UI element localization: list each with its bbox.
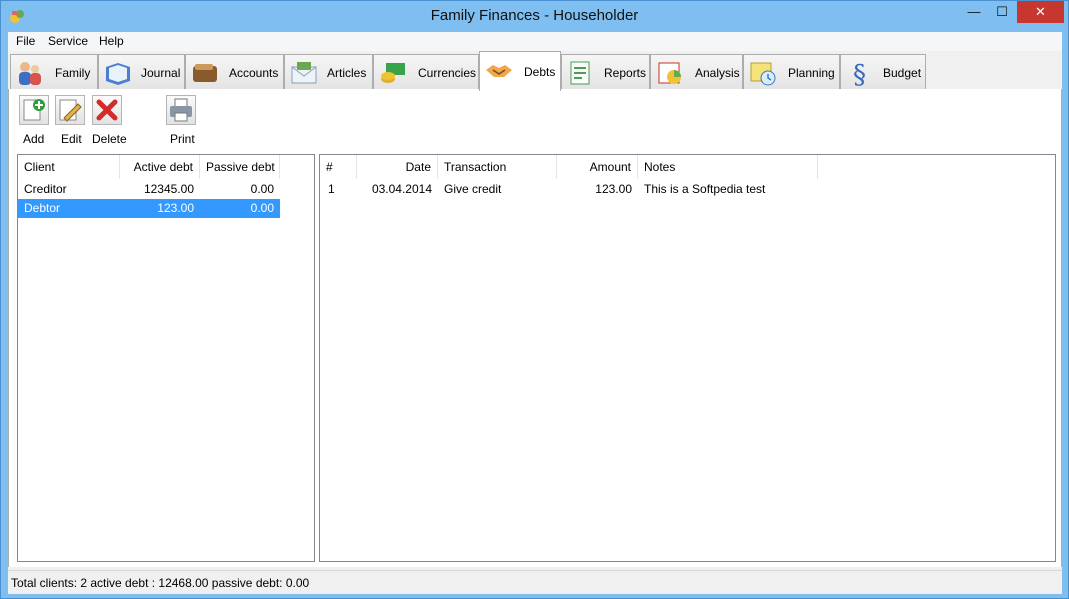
- clients-col-active-debt[interactable]: Active debt: [120, 155, 200, 179]
- tab-analysis[interactable]: Analysis: [650, 54, 743, 90]
- transactions-grid[interactable]: # Date Transaction Amount Notes 1 03.04.…: [319, 154, 1056, 562]
- tab-articles[interactable]: Articles: [284, 54, 373, 90]
- handshake-icon: [486, 65, 512, 77]
- transaction-row[interactable]: 1 03.04.2014 Give credit 123.00 This is …: [320, 180, 1055, 199]
- title-bar[interactable]: Family Finances - Householder — ☐ ✕: [1, 1, 1068, 32]
- tab-reports-label: Reports: [604, 66, 647, 80]
- clients-col-client[interactable]: Client: [18, 155, 120, 179]
- transaction-type-cell: Give credit: [444, 182, 502, 196]
- delete-label[interactable]: Delete: [92, 132, 127, 146]
- printer-icon: [170, 98, 192, 122]
- tab-currencies[interactable]: Currencies: [373, 54, 479, 90]
- edit-button[interactable]: [55, 95, 85, 125]
- window-title: Family Finances - Householder: [430, 7, 639, 24]
- tab-strip: Family Journal Accounts Articles Currenc…: [8, 51, 1062, 91]
- transaction-number-cell: 1: [328, 182, 335, 196]
- add-button[interactable]: [19, 95, 49, 125]
- status-summary: Total clients: 2 active debt : 12468.00 …: [11, 576, 310, 590]
- transaction-amount-cell: 123.00: [595, 182, 632, 196]
- client-name-cell: Debtor: [24, 201, 61, 215]
- transactions-col-notes[interactable]: Notes: [638, 155, 818, 179]
- tab-family-label: Family: [55, 66, 91, 80]
- tab-journal[interactable]: Journal: [98, 54, 185, 90]
- family-icon: [19, 62, 41, 85]
- passive-debt-cell: 0.00: [250, 201, 274, 215]
- print-label[interactable]: Print: [170, 132, 195, 146]
- tab-currencies-label: Currencies: [418, 66, 477, 80]
- tab-reports[interactable]: Reports: [561, 54, 650, 90]
- clients-grid-header: Client Active debt Passive debt: [18, 155, 314, 179]
- tab-accounts[interactable]: Accounts: [185, 54, 284, 90]
- clients-grid[interactable]: Client Active debt Passive debt Creditor…: [17, 154, 315, 562]
- currency-icon: [381, 63, 405, 83]
- client-row-creditor[interactable]: Creditor 12345.00 0.00: [18, 180, 280, 199]
- pencil-icon: [59, 99, 82, 122]
- tab-family[interactable]: Family: [10, 54, 98, 90]
- delete-x-icon: [96, 99, 118, 121]
- svg-text:§: §: [853, 60, 866, 87]
- menu-service[interactable]: Service: [48, 34, 88, 48]
- transactions-col-transaction[interactable]: Transaction: [438, 155, 557, 179]
- passive-debt-cell: 0.00: [250, 182, 274, 196]
- transaction-notes-cell: This is a Softpedia test: [644, 182, 766, 196]
- tab-planning[interactable]: Planning: [743, 54, 840, 90]
- close-button[interactable]: ✕: [1017, 1, 1064, 23]
- tab-debts-label: Debts: [524, 65, 556, 79]
- tab-planning-label: Planning: [788, 66, 835, 80]
- wallet-icon: [193, 64, 217, 82]
- clients-col-passive-debt[interactable]: Passive debt: [200, 155, 280, 179]
- menu-file[interactable]: File: [16, 34, 35, 48]
- money-envelope-icon: [291, 62, 317, 84]
- debts-panel: Add Edit Delete Print Client Active debt…: [8, 89, 1062, 567]
- transactions-grid-header: # Date Transaction Amount Notes: [320, 155, 1055, 179]
- delete-button[interactable]: [92, 95, 122, 125]
- transactions-col-amount[interactable]: Amount: [557, 155, 638, 179]
- tab-budget[interactable]: § Budget: [840, 54, 926, 90]
- edit-label[interactable]: Edit: [61, 132, 82, 146]
- tab-journal-label: Journal: [141, 66, 181, 80]
- calendar-clock-icon: [750, 62, 776, 86]
- menu-help[interactable]: Help: [99, 34, 124, 48]
- minimize-button[interactable]: —: [961, 1, 987, 23]
- report-icon: [570, 61, 590, 85]
- transaction-date-cell: 03.04.2014: [371, 182, 432, 196]
- tab-budget-label: Budget: [883, 66, 922, 80]
- transactions-col-number[interactable]: #: [320, 155, 357, 179]
- tab-debts[interactable]: Debts: [479, 51, 561, 91]
- active-debt-cell: 123.00: [157, 201, 194, 215]
- analysis-chart-icon: [658, 62, 681, 84]
- active-debt-cell: 12345.00: [143, 182, 194, 196]
- add-label[interactable]: Add: [23, 132, 44, 146]
- status-bar: Total clients: 2 active debt : 12468.00 …: [8, 570, 1062, 594]
- tab-analysis-label: Analysis: [695, 66, 740, 80]
- tab-articles-label: Articles: [327, 66, 367, 80]
- client-area: File Service Help Family Journal Account…: [8, 32, 1062, 594]
- print-button[interactable]: [166, 95, 196, 125]
- app-window: Family Finances - Householder — ☐ ✕ File…: [0, 0, 1069, 599]
- menu-bar: File Service Help: [8, 32, 1062, 51]
- add-icon: [23, 99, 45, 121]
- section-sign-icon: §: [853, 60, 866, 87]
- journal-icon: [106, 63, 130, 85]
- maximize-button[interactable]: ☐: [989, 1, 1015, 23]
- tab-accounts-label: Accounts: [229, 66, 279, 80]
- transactions-col-date[interactable]: Date: [357, 155, 438, 179]
- client-name-cell: Creditor: [24, 182, 67, 196]
- client-row-debtor[interactable]: Debtor 123.00 0.00: [18, 199, 280, 218]
